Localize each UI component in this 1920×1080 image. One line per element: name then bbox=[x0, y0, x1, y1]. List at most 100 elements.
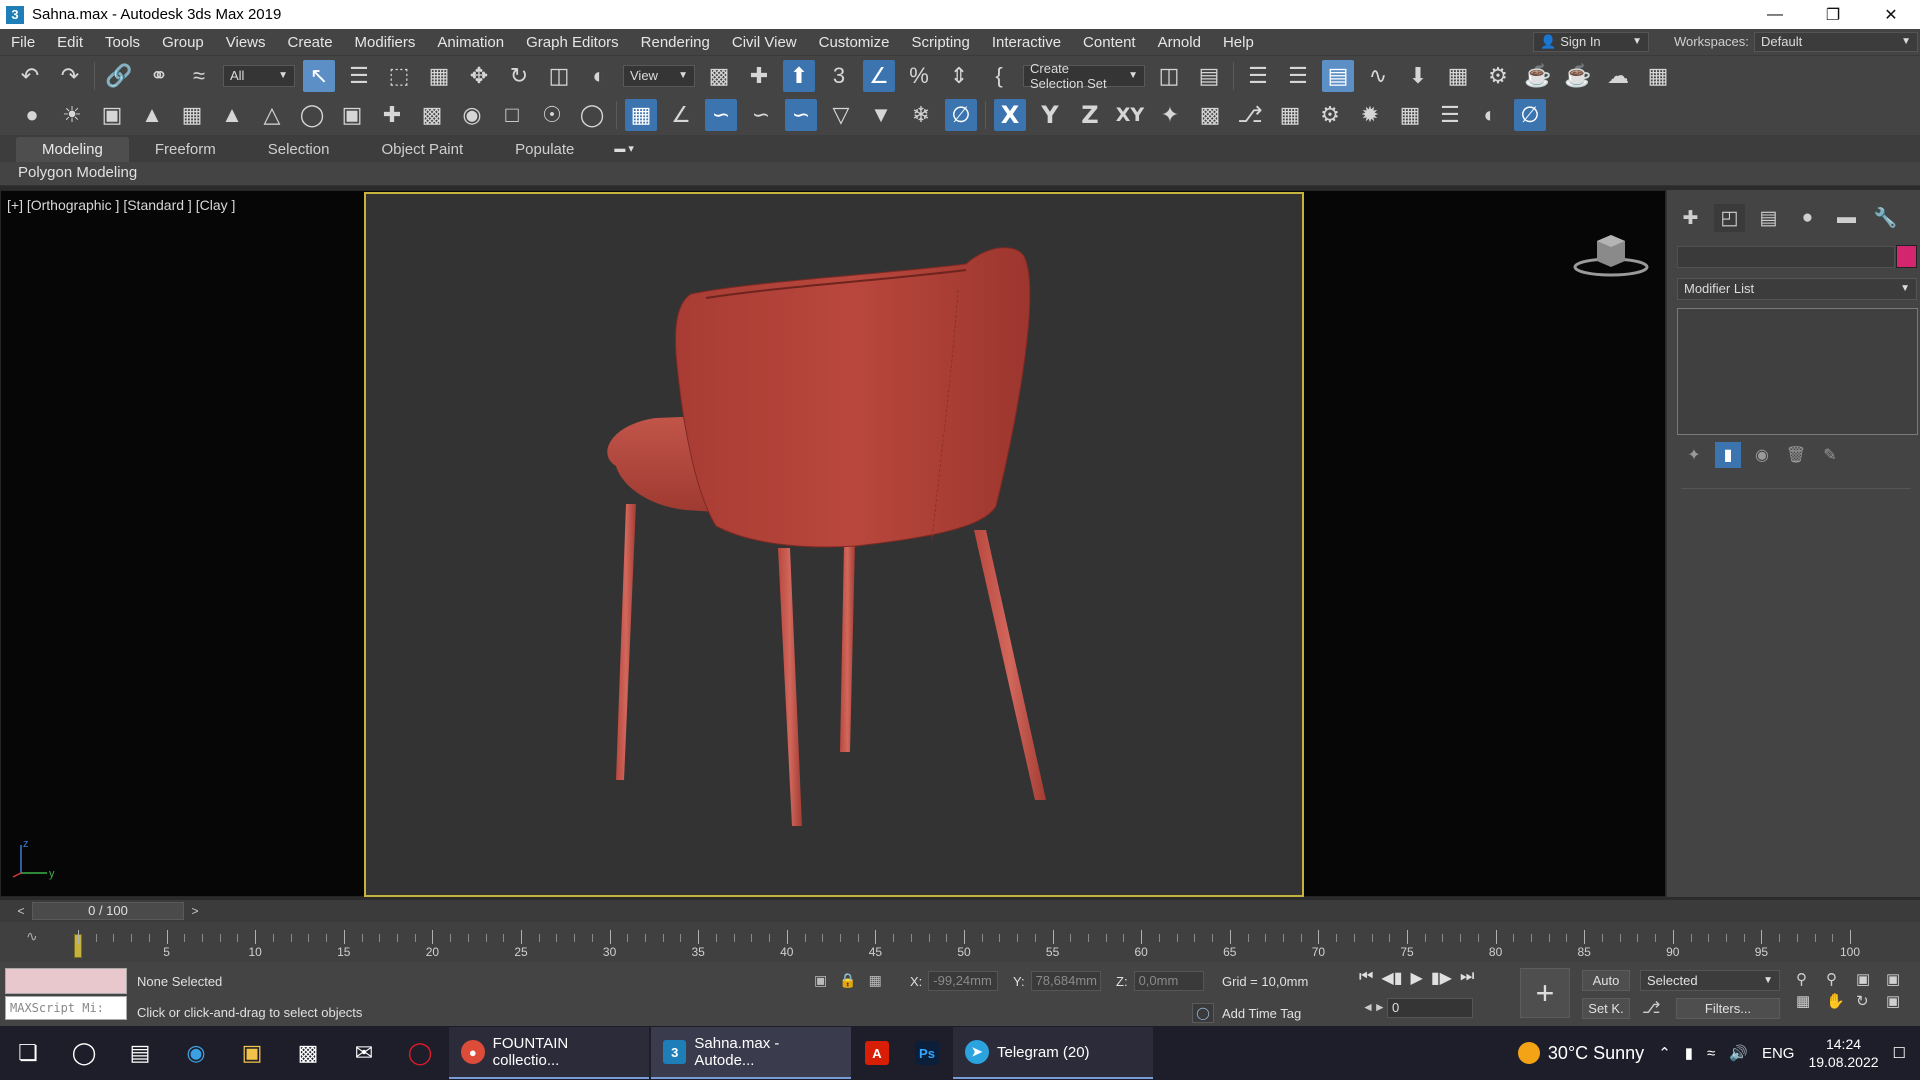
x-coordinate-field[interactable]: -99,24mm bbox=[928, 971, 999, 991]
safe-frame[interactable] bbox=[364, 192, 1304, 897]
rectangular-selection-icon[interactable]: ⬚ bbox=[383, 60, 415, 92]
task-view-icon[interactable]: ▤ bbox=[112, 1026, 168, 1080]
restore-icon[interactable]: ❐ bbox=[1804, 0, 1862, 29]
zoom-region-icon[interactable]: ▦ bbox=[1796, 992, 1822, 1010]
z-coordinate-field[interactable]: 0,0mm bbox=[1133, 971, 1204, 991]
axis-constraint-icon[interactable]: ∅ bbox=[945, 99, 977, 131]
taskbar-app-chrome[interactable]: ● FOUNTAIN collectio... bbox=[449, 1027, 649, 1079]
pan-icon[interactable]: ✋ bbox=[1826, 992, 1852, 1010]
play-icon[interactable]: ▶ bbox=[1411, 968, 1423, 988]
scene-explorer-icon[interactable]: ☰ bbox=[1242, 60, 1274, 92]
mirror-icon[interactable]: ◫ bbox=[1153, 60, 1185, 92]
panel-icon[interactable]: ▩ bbox=[416, 99, 448, 131]
pin-stack-icon[interactable]: ✦ bbox=[1681, 442, 1707, 468]
align-icon[interactable]: ▤ bbox=[1193, 60, 1225, 92]
foliage-icon[interactable]: ▲ bbox=[216, 99, 248, 131]
select-by-name-icon[interactable]: ☰ bbox=[343, 60, 375, 92]
hierarchy-icon[interactable]: ▤ bbox=[1753, 204, 1784, 232]
edge-snap-icon[interactable]: ∽ bbox=[785, 99, 817, 131]
auto-key-button[interactable]: Auto bbox=[1582, 970, 1630, 991]
menu-rendering[interactable]: Rendering bbox=[630, 34, 721, 51]
rendered-frame-window-icon[interactable]: ☕ bbox=[1522, 60, 1554, 92]
axis-x-button[interactable]: X bbox=[994, 99, 1026, 131]
move-icon[interactable]: ✥ bbox=[463, 60, 495, 92]
create-icon[interactable]: ✚ bbox=[1675, 204, 1706, 232]
modifier-stack[interactable] bbox=[1677, 308, 1918, 435]
weather-widget[interactable]: 30°C Sunny bbox=[1517, 1042, 1644, 1064]
zoom-extents-icon[interactable]: ▣ bbox=[1856, 970, 1882, 988]
wrench-icon[interactable]: ✹ bbox=[1354, 99, 1386, 131]
make-unique-icon[interactable]: ◉ bbox=[1749, 442, 1775, 468]
ribbon-options-icon[interactable]: ▬ ▾ bbox=[614, 142, 644, 158]
axis-z-button[interactable]: Z bbox=[1074, 99, 1106, 131]
polygon-modeling-label[interactable]: Polygon Modeling bbox=[18, 164, 137, 181]
file-explorer-icon[interactable]: ▣ bbox=[224, 1026, 280, 1080]
prev-frame-icon[interactable]: < bbox=[12, 902, 30, 920]
tab-object-paint[interactable]: Object Paint bbox=[355, 137, 489, 162]
orbit-icon[interactable]: ↻ bbox=[1856, 992, 1882, 1010]
bulb-icon[interactable]: ◯ bbox=[576, 99, 608, 131]
taskbar-app-photoshop[interactable]: Ps bbox=[903, 1027, 951, 1079]
center-face-snap-icon[interactable]: ▼ bbox=[865, 99, 897, 131]
grid-move-icon[interactable]: ✚ bbox=[376, 99, 408, 131]
viewport-label[interactable]: [+] [Orthographic ] [Standard ] [Clay ] bbox=[7, 197, 235, 213]
menu-views[interactable]: Views bbox=[215, 34, 277, 51]
window-crossing-icon[interactable]: ▦ bbox=[423, 60, 455, 92]
gear-icon[interactable]: ⚙ bbox=[1314, 99, 1346, 131]
snaps-toggle-icon[interactable]: 3 bbox=[823, 60, 855, 92]
schematic-view-icon[interactable]: ⬇ bbox=[1402, 60, 1434, 92]
menu-animation[interactable]: Animation bbox=[426, 34, 515, 51]
key-filter-dropdown[interactable]: Selected ▼ bbox=[1640, 970, 1780, 991]
undo-icon[interactable]: ↶ bbox=[14, 60, 46, 92]
maximize-viewport-icon[interactable]: ▣ bbox=[1886, 992, 1912, 1010]
windows-start-icon[interactable]: ❏ bbox=[0, 1026, 56, 1080]
menu-edit[interactable]: Edit bbox=[46, 34, 94, 51]
configure-modifier-sets-icon[interactable]: ✎ bbox=[1817, 442, 1843, 468]
selection-filter-dropdown[interactable]: All ▼ bbox=[223, 64, 295, 87]
object-name-field[interactable] bbox=[1677, 246, 1895, 268]
tree-icon[interactable]: ▲ bbox=[136, 99, 168, 131]
pivot-center-icon[interactable]: ▩ bbox=[703, 60, 735, 92]
y-coordinate-field[interactable]: 78,684mm bbox=[1030, 971, 1101, 991]
circle-icon[interactable]: ◐ bbox=[1474, 99, 1506, 131]
add-time-tag[interactable]: ◯ Add Time Tag bbox=[1192, 1003, 1301, 1023]
menu-tools[interactable]: Tools bbox=[94, 34, 151, 51]
snap-options-icon[interactable]: ❄ bbox=[905, 99, 937, 131]
show-end-result-icon[interactable]: ▮ bbox=[1715, 442, 1741, 468]
menu-file[interactable]: File bbox=[0, 34, 46, 51]
checker-icon[interactable]: ▦ bbox=[1394, 99, 1426, 131]
time-slider-handle[interactable]: 0 / 100 bbox=[32, 902, 184, 920]
container-icon[interactable]: ▣ bbox=[336, 99, 368, 131]
menu-content[interactable]: Content bbox=[1072, 34, 1147, 51]
midpoint-snap-icon[interactable]: ∽ bbox=[745, 99, 777, 131]
display-icon[interactable]: ▬ bbox=[1831, 204, 1862, 232]
absolute-mode-icon[interactable]: ▦ bbox=[869, 972, 882, 989]
menu-civil-view[interactable]: Civil View bbox=[721, 34, 808, 51]
previous-frame-icon[interactable]: ◀▮ bbox=[1381, 968, 1402, 988]
menu-create[interactable]: Create bbox=[277, 34, 344, 51]
remove-modifier-icon[interactable]: 🗑 bbox=[1783, 442, 1809, 468]
sun-icon[interactable]: ☀ bbox=[56, 99, 88, 131]
toggle-ribbon-icon[interactable]: ▤ bbox=[1322, 59, 1354, 92]
chevron-up-icon[interactable]: ⌃ bbox=[1658, 1044, 1671, 1062]
curve-editor-icon[interactable]: ∿ bbox=[1362, 60, 1394, 92]
box-mode-icon[interactable]: ▩ bbox=[1194, 99, 1226, 131]
current-frame-field[interactable]: 0 bbox=[1387, 998, 1473, 1018]
edit-named-selection-icon[interactable]: { bbox=[983, 60, 1015, 92]
object-color-swatch[interactable] bbox=[1896, 245, 1917, 268]
set-key-icon[interactable]: + bbox=[1520, 968, 1570, 1018]
ring-icon[interactable]: ◯ bbox=[296, 99, 328, 131]
language-indicator[interactable]: ENG bbox=[1762, 1045, 1795, 1062]
taskbar-app-acrobat[interactable]: A bbox=[853, 1027, 901, 1079]
key-mode-toggle-icon[interactable]: ◄► bbox=[1362, 1000, 1386, 1014]
tab-modeling[interactable]: Modeling bbox=[16, 137, 129, 162]
box-icon[interactable]: □ bbox=[496, 99, 528, 131]
zoom-icon[interactable]: ⚲ bbox=[1796, 970, 1822, 988]
minimize-icon[interactable]: — bbox=[1746, 0, 1804, 29]
layer-explorer-icon[interactable]: ☰ bbox=[1282, 60, 1314, 92]
menu-modifiers[interactable]: Modifiers bbox=[344, 34, 427, 51]
mail-icon[interactable]: ✉ bbox=[336, 1026, 392, 1080]
eye-icon[interactable]: ☉ bbox=[536, 99, 568, 131]
spinner-snap-icon[interactable]: ⇕ bbox=[943, 60, 975, 92]
store-icon[interactable]: ▩ bbox=[280, 1026, 336, 1080]
